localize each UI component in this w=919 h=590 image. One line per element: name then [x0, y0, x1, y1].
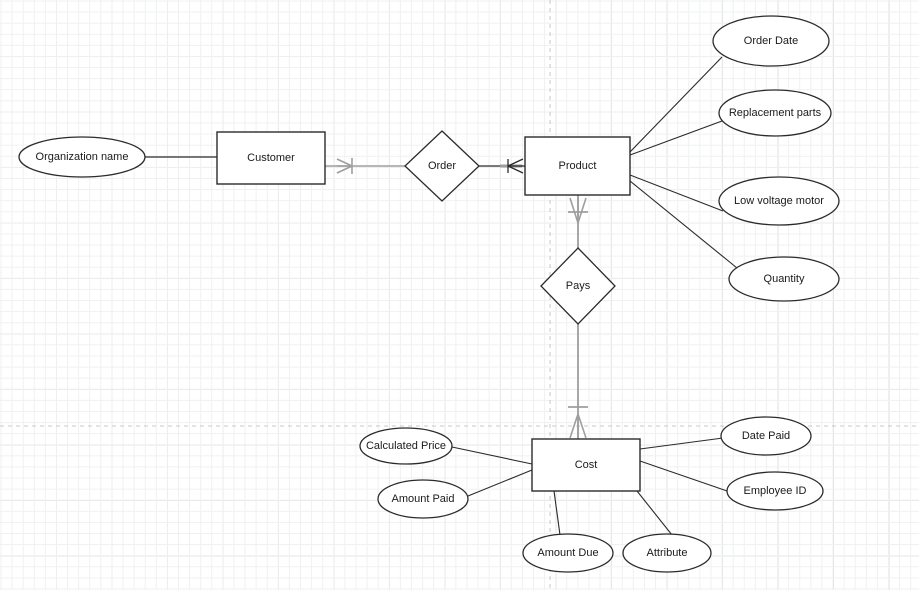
entity-customer[interactable] — [216, 131, 326, 185]
diagram-svg — [0, 0, 919, 590]
attribute-calculated-price[interactable] — [359, 427, 453, 465]
connector-customer-to-order[interactable] — [325, 158, 405, 174]
connector-cost-to-attribute[interactable] — [636, 490, 673, 536]
attribute-order-date[interactable] — [712, 15, 830, 67]
connector-cost-to-employee-id[interactable] — [639, 460, 731, 493]
connector-cost-to-calculated-price[interactable] — [451, 446, 533, 465]
relationship-order[interactable] — [404, 130, 480, 202]
attribute-replacement-parts[interactable] — [718, 89, 832, 137]
entity-cost[interactable] — [531, 438, 641, 492]
attribute-organization-name[interactable] — [18, 136, 146, 178]
attribute-employee-id[interactable] — [726, 471, 824, 511]
connector-cost-to-amount-paid[interactable] — [467, 469, 533, 497]
connector-product-to-pays[interactable] — [568, 195, 588, 248]
attribute-quantity[interactable] — [728, 256, 840, 302]
attribute-low-voltage-motor[interactable] — [718, 176, 840, 226]
attribute-amount-due[interactable] — [522, 533, 614, 573]
attribute-amount-paid[interactable] — [377, 479, 469, 519]
diagram-canvas[interactable]: Customer Product Cost Order Pays Organiz… — [0, 0, 919, 590]
attribute-date-paid[interactable] — [720, 416, 812, 456]
connector-order-to-product[interactable] — [479, 158, 525, 174]
relationship-pays[interactable] — [540, 247, 616, 325]
connector-cost-to-amount-due[interactable] — [553, 490, 561, 536]
connector-pays-to-cost[interactable] — [568, 324, 588, 439]
entity-product[interactable] — [524, 136, 631, 196]
connector-cost-to-date-paid[interactable] — [639, 437, 724, 450]
attribute-attribute[interactable] — [622, 533, 712, 573]
